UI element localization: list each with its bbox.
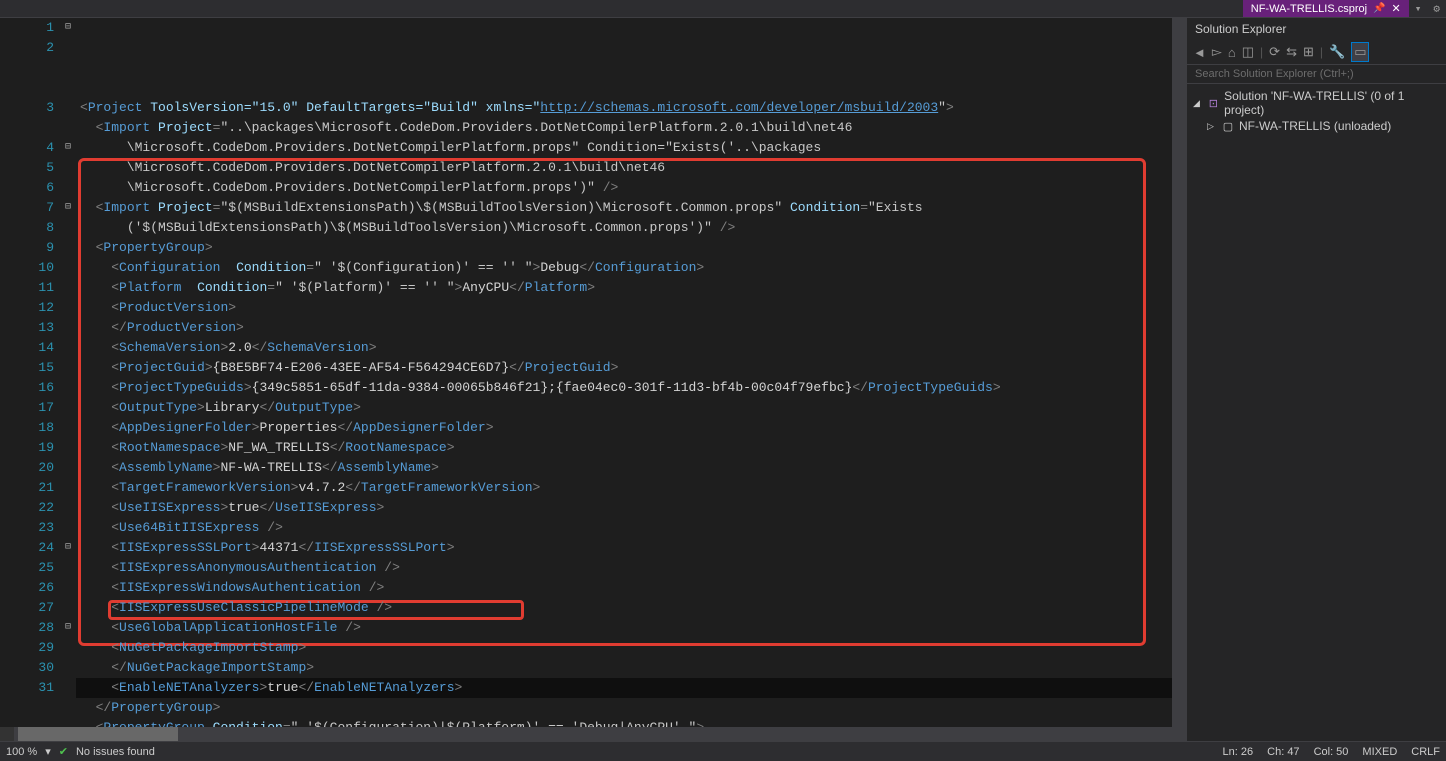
cursor-char: Ch: 47 [1267, 746, 1299, 758]
check-icon: ✔ [59, 745, 68, 758]
code-editor[interactable]: 1234567891011121314151617181920212223242… [0, 18, 1186, 741]
csproj-icon: ▢ [1221, 120, 1235, 133]
search-input[interactable]: Search Solution Explorer (Ctrl+;) [1187, 65, 1446, 84]
tab-bar: NF-WA-TRELLIS.csproj 📌 ✕ ▾ ⚙ [0, 0, 1446, 18]
expand-icon[interactable]: ▷ [1207, 121, 1217, 132]
collapse-icon[interactable]: ⊞ [1303, 44, 1314, 60]
home-icon[interactable]: ⌂ [1228, 45, 1236, 60]
horizontal-scrollbar[interactable] [0, 727, 1186, 741]
status-bar: 100 % ▾ ✔ No issues found Ln: 26 Ch: 47 … [0, 741, 1446, 761]
code-content[interactable]: <Project ToolsVersion="15.0" DefaultTarg… [76, 18, 1172, 727]
preview-icon[interactable]: ▭ [1351, 42, 1369, 62]
solution-tree[interactable]: ◢ ⊡ Solution 'NF-WA-TRELLIS' (0 of 1 pro… [1187, 84, 1446, 138]
solution-toolbar: ◄ ▻ ⌂ ◫ | ⟳ ⇆ ⊞ | 🔧 ▭ [1187, 40, 1446, 65]
cursor-line: Ln: 26 [1223, 746, 1254, 758]
project-node[interactable]: ▷ ▢ NF-WA-TRELLIS (unloaded) [1189, 118, 1444, 134]
vertical-scrollbar[interactable] [1172, 18, 1186, 727]
solution-label: Solution 'NF-WA-TRELLIS' (0 of 1 project… [1224, 89, 1440, 117]
issues-status[interactable]: No issues found [76, 746, 155, 758]
project-label: NF-WA-TRELLIS (unloaded) [1239, 119, 1391, 133]
indent-mode[interactable]: MIXED [1362, 746, 1397, 758]
panel-title: Solution Explorer [1187, 18, 1446, 40]
solution-node[interactable]: ◢ ⊡ Solution 'NF-WA-TRELLIS' (0 of 1 pro… [1189, 88, 1444, 118]
solution-explorer: Solution Explorer ◄ ▻ ⌂ ◫ | ⟳ ⇆ ⊞ | 🔧 ▭ … [1186, 18, 1446, 741]
forward-icon[interactable]: ▻ [1212, 44, 1222, 60]
back-icon[interactable]: ◄ [1193, 45, 1206, 60]
solution-icon: ⊡ [1207, 97, 1221, 110]
line-number-gutter: 1234567891011121314151617181920212223242… [0, 18, 60, 727]
fold-gutter[interactable]: ⊟⊟⊟⊟⊟ [60, 18, 76, 727]
wrench-icon[interactable]: 🔧 [1329, 44, 1345, 60]
expand-icon[interactable]: ◢ [1193, 98, 1203, 109]
refresh-icon[interactable]: ⟳ [1269, 44, 1280, 60]
cursor-col: Col: 50 [1314, 746, 1349, 758]
zoom-level[interactable]: 100 % [6, 746, 37, 758]
file-tab[interactable]: NF-WA-TRELLIS.csproj 📌 ✕ [1243, 0, 1409, 17]
tab-dropdown-icon[interactable]: ▾ [1409, 2, 1428, 16]
pin-icon[interactable]: 📌 [1373, 3, 1385, 14]
close-icon[interactable]: ✕ [1392, 2, 1401, 15]
sync-icon[interactable]: ⇆ [1286, 44, 1297, 60]
tab-filename: NF-WA-TRELLIS.csproj [1251, 3, 1367, 15]
switch-views-icon[interactable]: ◫ [1242, 44, 1254, 60]
gear-icon[interactable]: ⚙ [1427, 2, 1446, 16]
line-ending[interactable]: CRLF [1411, 746, 1440, 758]
